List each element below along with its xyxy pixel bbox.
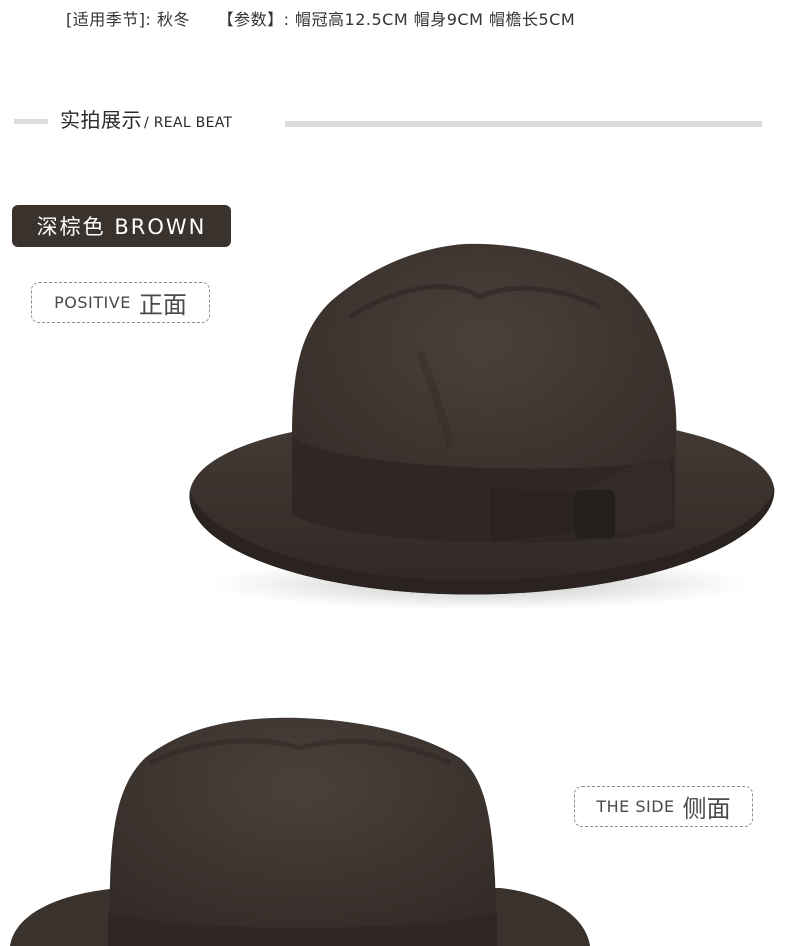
section-title: 实拍展示 / REAL BEAT: [60, 104, 232, 133]
hat-side-image: [10, 717, 590, 946]
side-view-en: THE SIDE: [596, 797, 675, 816]
section-title-en: / REAL BEAT: [144, 115, 233, 131]
size-spec: 【参数】: 帽冠高12.5CM 帽身9CM 帽檐长5CM: [217, 10, 576, 29]
side-view-tag: THE SIDE 侧面: [574, 786, 753, 827]
hat-front-image: [189, 243, 775, 610]
hat-side-crown: [108, 717, 497, 946]
section-divider-right: [285, 121, 762, 127]
section-divider-left: [14, 119, 48, 124]
spec-line: [适用季节]: 秋冬 【参数】: 帽冠高12.5CM 帽身9CM 帽檐长5CM: [66, 6, 575, 30]
front-view-en: POSITIVE: [54, 293, 131, 312]
season-spec: [适用季节]: 秋冬: [66, 10, 190, 29]
section-title-cn: 实拍展示: [60, 108, 142, 132]
side-view-cn: 侧面: [682, 795, 731, 823]
